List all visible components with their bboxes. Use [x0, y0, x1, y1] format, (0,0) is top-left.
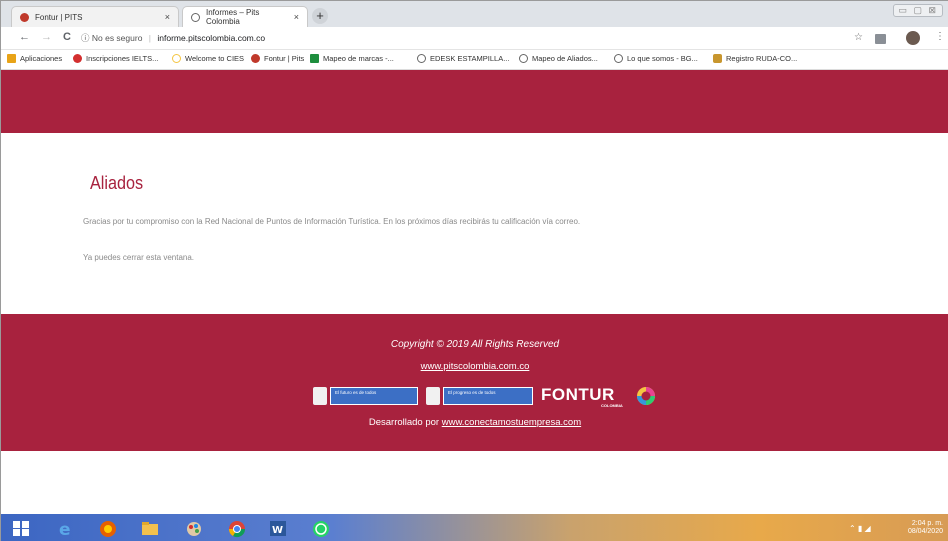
- system-clock[interactable]: 2:04 p. m. 08/04/2020: [908, 520, 943, 536]
- globe-icon: [614, 54, 623, 63]
- apps-grid-icon: [7, 54, 16, 63]
- firefox-icon[interactable]: [98, 519, 118, 538]
- gov-logo-futuro: El futuro es de todos: [330, 387, 418, 405]
- bookmark-apps[interactable]: Aplicaciones: [7, 54, 62, 63]
- logo-text: El progreso es de todos: [448, 390, 496, 395]
- globe-icon: [417, 54, 426, 63]
- ielts-icon: [73, 54, 82, 63]
- globe-icon: [519, 54, 528, 63]
- fontur-favicon-icon: [20, 12, 29, 22]
- person-icon: [713, 54, 722, 63]
- close-tab-icon[interactable]: ×: [294, 12, 299, 22]
- window-controls[interactable]: ▭ ▢ ⊠: [893, 4, 943, 17]
- profile-avatar[interactable]: [906, 31, 920, 45]
- bookmark-lo-que-somos[interactable]: Lo que somos - BG...: [614, 54, 698, 63]
- bookmark-label: Mapeo de marcas -...: [323, 54, 394, 63]
- fontur-icon: [251, 54, 260, 63]
- footer-logos: El futuro es de todos El progreso es de …: [313, 384, 655, 412]
- windows-taskbar: e W ⌃ ▮ ◢ 2:04 p. m. 08/04/2020: [1, 514, 948, 541]
- logo-text: El futuro es de todos: [335, 390, 377, 395]
- close-tab-icon[interactable]: ×: [165, 12, 170, 22]
- bookmark-label: EDESK ESTAMPILLA...: [430, 54, 510, 63]
- chrome-icon[interactable]: [227, 519, 247, 538]
- bookmark-registro-ruda[interactable]: Registro RUDA-CO...: [713, 54, 797, 63]
- security-indicator[interactable]: ⓘ No es seguro: [81, 33, 142, 43]
- bookmark-cies[interactable]: Welcome to CIES: [172, 54, 244, 63]
- coat-of-arms-icon: [313, 387, 327, 405]
- whatsapp-icon[interactable]: [311, 519, 331, 538]
- file-explorer-icon[interactable]: [140, 519, 160, 538]
- bookmarks-bar: Aplicaciones Inscripciones IELTS... Welc…: [1, 50, 948, 70]
- clock-time: 2:04 p. m.: [911, 520, 943, 527]
- site-link[interactable]: www.pitscolombia.com.co: [1, 361, 948, 372]
- page-bottom: [1, 451, 948, 514]
- co-logo-icon: [637, 387, 655, 405]
- word-icon[interactable]: W: [268, 519, 288, 538]
- coat-of-arms-icon: [426, 387, 440, 405]
- url-text[interactable]: informe.pitscolombia.com.co: [157, 33, 265, 43]
- page-footer: [1, 314, 948, 451]
- svg-text:e: e: [59, 520, 71, 538]
- tab-label: Fontur | PITS: [35, 12, 83, 22]
- gov-logo-progreso: El progreso es de todos: [443, 387, 533, 405]
- tab-label: Informes – Pits Colombia: [206, 8, 260, 26]
- globe-favicon-icon: [191, 12, 200, 22]
- forward-button[interactable]: →: [41, 31, 52, 43]
- bookmark-mapeo-aliados[interactable]: Mapeo de Aliados...: [519, 54, 598, 63]
- bookmark-label: Lo que somos - BG...: [627, 54, 698, 63]
- bookmark-label: Mapeo de Aliados...: [532, 54, 598, 63]
- bookmark-fontur[interactable]: Fontur | Pits: [251, 54, 304, 63]
- sheets-icon: [310, 54, 319, 63]
- clock-date: 08/04/2020: [907, 528, 943, 535]
- browser-toolbar: ← → C ⓘ No es seguro | informe.pitscolom…: [1, 27, 948, 50]
- internet-explorer-icon[interactable]: e: [56, 519, 76, 540]
- thank-you-message: Gracias por tu compromiso con la Red Nac…: [83, 217, 581, 226]
- fontur-subtitle: COLOMBIA: [601, 403, 623, 408]
- bookmark-label: Welcome to CIES: [185, 54, 245, 63]
- fontur-logo: FONTUR: [541, 385, 615, 404]
- bookmark-star-icon[interactable]: ☆: [854, 32, 863, 43]
- bookmark-label: Registro RUDA-CO...: [726, 54, 798, 63]
- windows-start-icon[interactable]: [11, 519, 31, 538]
- extension-icon[interactable]: [875, 34, 886, 44]
- paint-icon[interactable]: [184, 519, 204, 538]
- close-window-message: Ya puedes cerrar esta ventana.: [83, 253, 195, 262]
- bookmark-label: Aplicaciones: [20, 54, 63, 63]
- svg-text:W: W: [272, 525, 283, 536]
- copyright-text: Copyright © 2019 All Rights Reserved: [390, 339, 560, 350]
- bookmark-label: Fontur | Pits: [264, 54, 305, 63]
- bookmark-edesk[interactable]: EDESK ESTAMPILLA...: [417, 54, 509, 63]
- tab-fontur-pits[interactable]: Fontur | PITS ×: [11, 6, 179, 27]
- developer-link[interactable]: www.conectamostuempresa.com: [442, 417, 581, 428]
- browser-window: Fontur | PITS × Informes – Pits Colombia…: [0, 0, 948, 541]
- address-separator: |: [148, 33, 152, 43]
- reload-button[interactable]: C: [63, 31, 71, 43]
- page-title: Aliados: [90, 173, 144, 193]
- back-button[interactable]: ←: [19, 31, 30, 43]
- bookmark-mapeo-marcas[interactable]: Mapeo de marcas -...: [310, 54, 394, 63]
- tab-strip: Fontur | PITS × Informes – Pits Colombia…: [1, 1, 948, 27]
- tab-informes[interactable]: Informes – Pits Colombia ×: [182, 6, 308, 27]
- developed-by: Desarrollado por www.conectamostuempresa…: [1, 417, 948, 428]
- developed-by-label: Desarrollado por: [368, 417, 440, 428]
- system-tray-icons[interactable]: ⌃ ▮ ◢: [849, 524, 871, 533]
- menu-kebab-icon[interactable]: ⋮: [935, 31, 945, 42]
- cies-icon: [172, 54, 181, 63]
- address-bar[interactable]: ⓘ No es seguro | informe.pitscolombia.co…: [81, 32, 265, 44]
- bookmark-label: Inscripciones IELTS...: [86, 54, 159, 63]
- page-header-band: [1, 70, 948, 133]
- bookmark-ielts[interactable]: Inscripciones IELTS...: [73, 54, 158, 63]
- new-tab-button[interactable]: +: [312, 8, 328, 24]
